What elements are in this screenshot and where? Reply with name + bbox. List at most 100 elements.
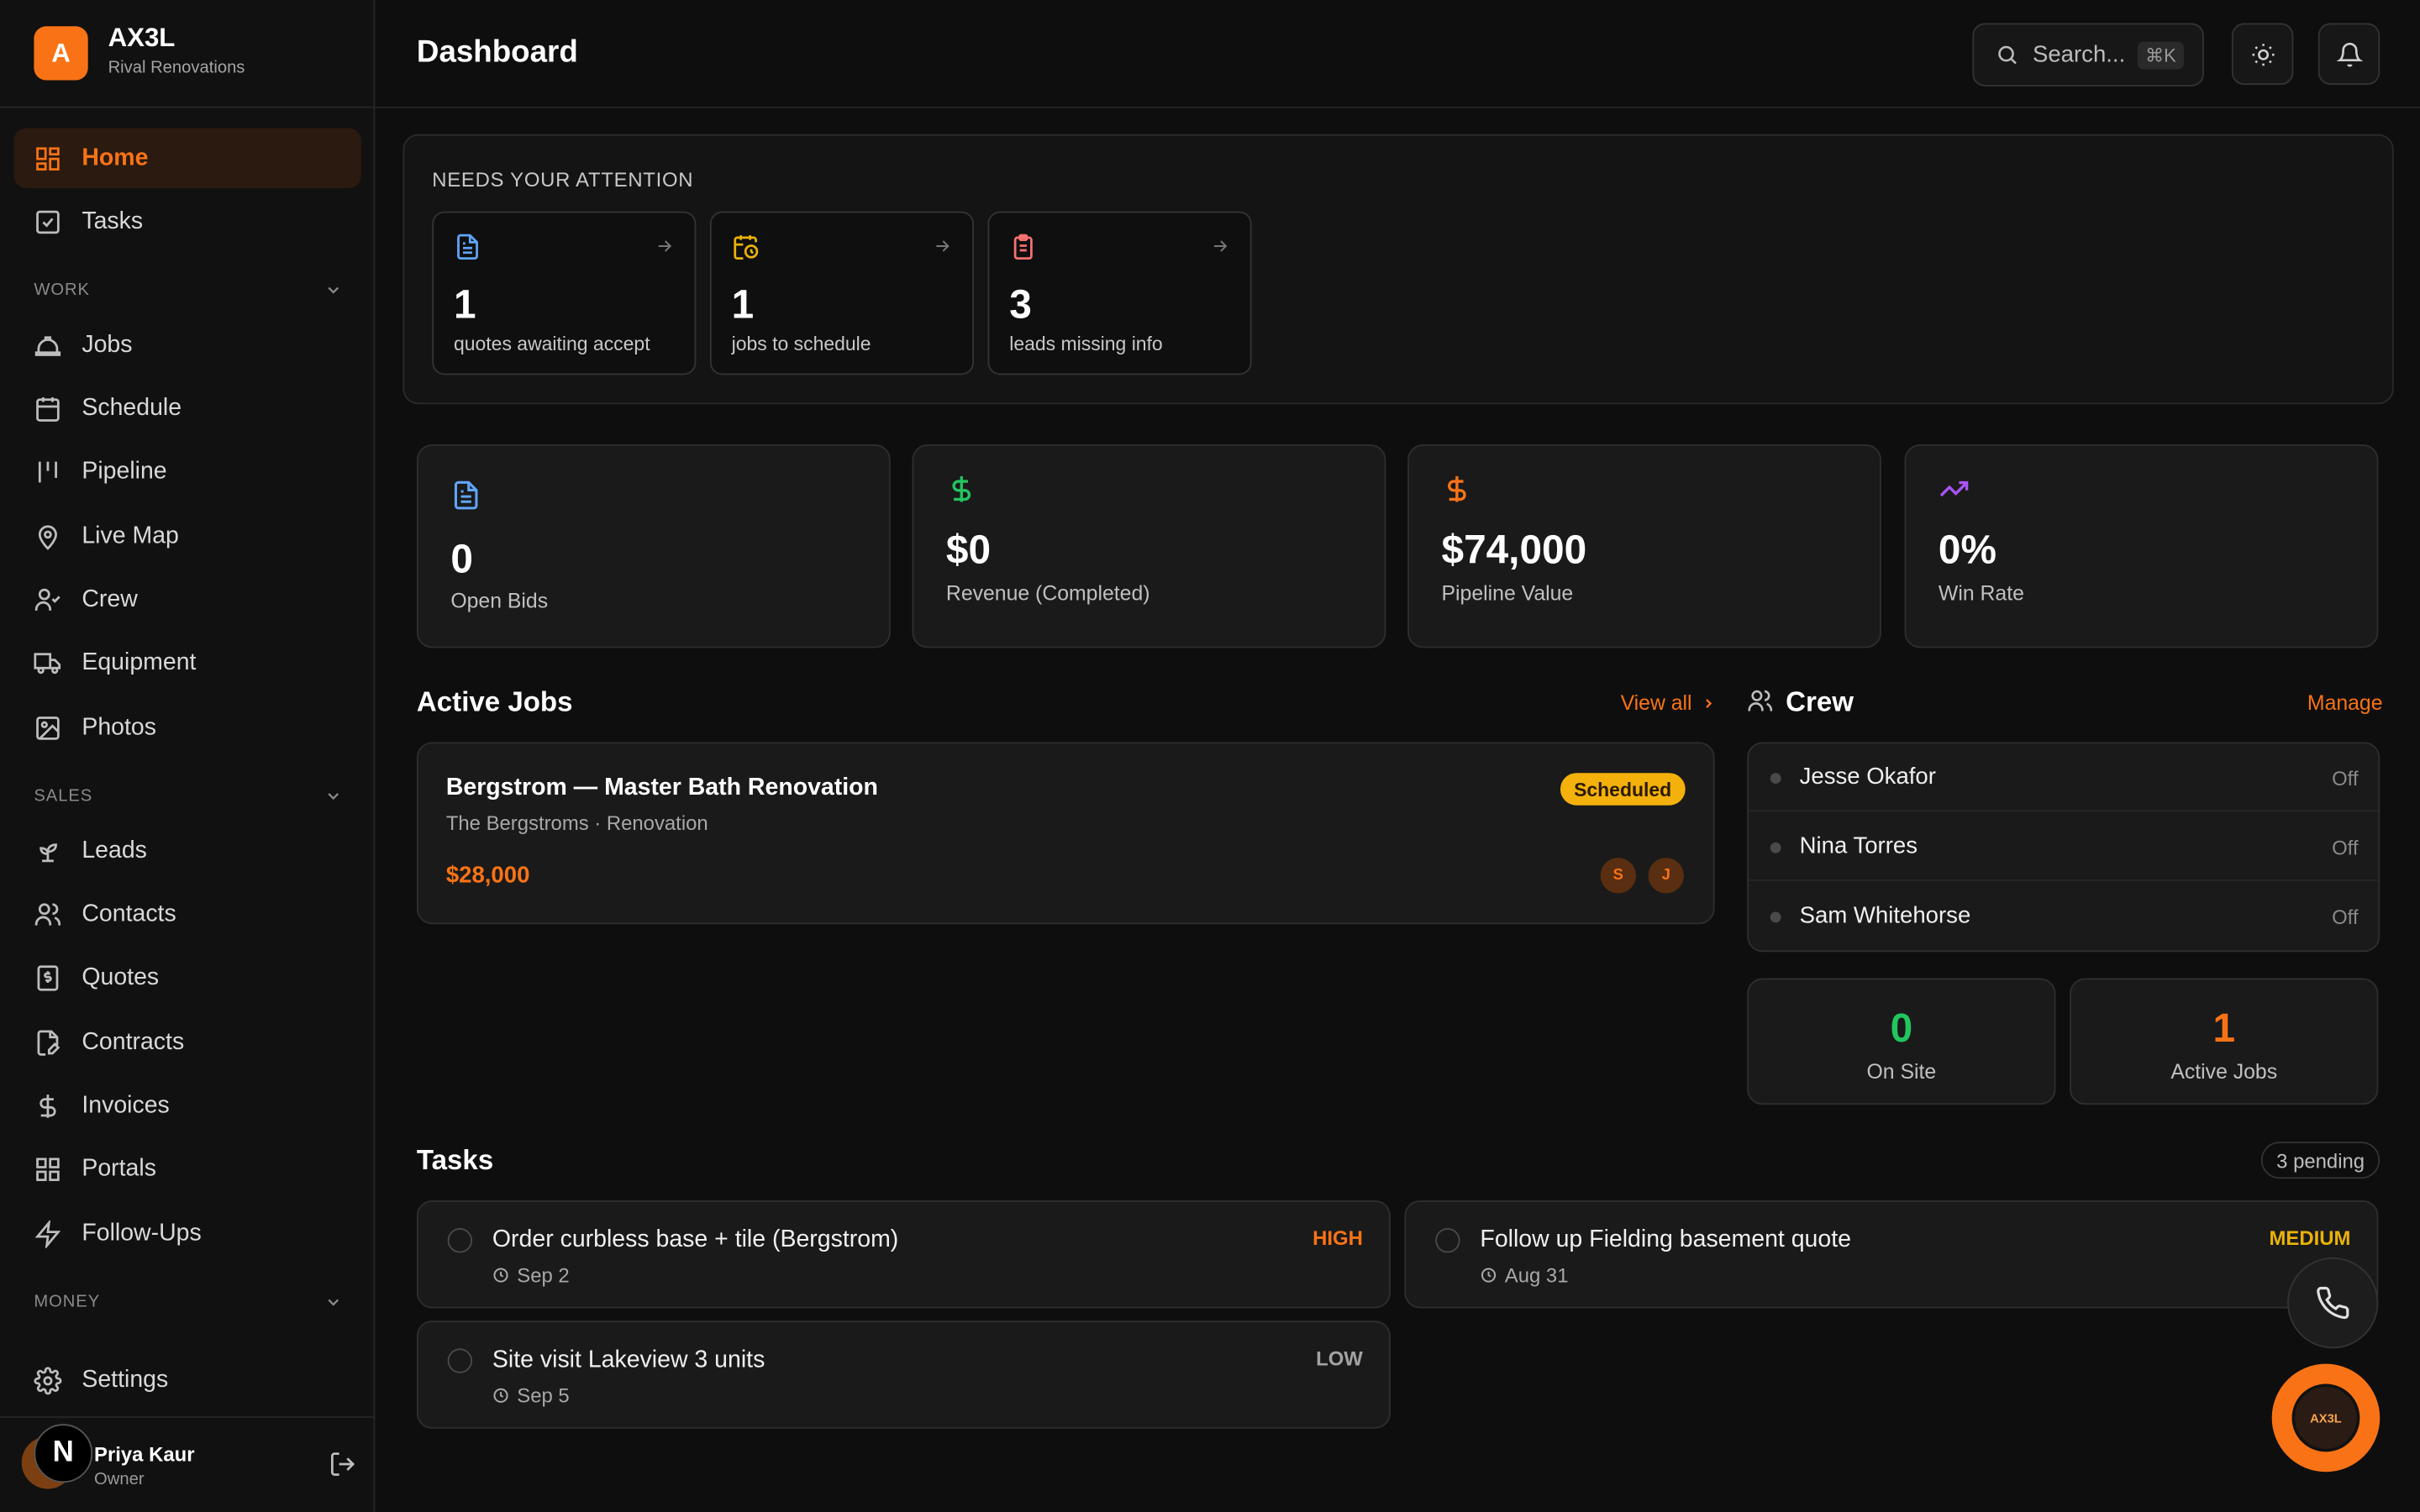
status-dot [1770, 842, 1781, 853]
view-all-label: View all [1620, 690, 1692, 715]
sidebar-item-settings[interactable]: Settings [13, 1350, 361, 1410]
sidebar-item-label: Home [82, 144, 149, 171]
sidebar-section-work[interactable]: WORK [34, 281, 342, 299]
task-date: Sep 2 [492, 1263, 570, 1287]
sidebar-item-photos[interactable]: Photos [14, 697, 361, 758]
sidebar-item-label: Pipeline [82, 457, 167, 484]
sidebar-item-label: Live Map [82, 522, 179, 549]
attention-card-jobs[interactable]: 1 jobs to schedule [709, 211, 974, 375]
stat-label: Active Jobs [2170, 1059, 2278, 1084]
chevron-down-icon [328, 286, 339, 294]
crew-status: Off [2332, 836, 2359, 860]
search-shortcut: ⌘K [2137, 40, 2185, 69]
crew-status: Off [2332, 906, 2359, 929]
active-jobs-stat: 1 Active Jobs [2070, 978, 2379, 1105]
attention-card-leads[interactable]: 3 leads missing info [987, 211, 1252, 375]
bell-icon [2335, 42, 2363, 66]
pipeline-icon [38, 460, 57, 482]
task-checkbox[interactable] [1435, 1228, 1460, 1253]
list-item[interactable]: Sam Whitehorse Off [1749, 883, 2378, 951]
job-amount: $28,000 [445, 862, 530, 889]
sidebar-item-contracts[interactable]: Contracts [14, 1012, 361, 1073]
clock-icon [493, 1388, 508, 1403]
stat-revenue[interactable]: $0 Revenue (Completed) [912, 444, 1386, 648]
job-subtitle: The Bergstroms · Renovation [445, 811, 708, 835]
task-date: Aug 31 [1480, 1263, 1568, 1287]
task-date-text: Sep 5 [517, 1383, 570, 1408]
call-button[interactable] [2287, 1257, 2379, 1349]
sidebar-item-contacts[interactable]: Contacts [14, 884, 361, 944]
users-icon [1748, 690, 1773, 711]
attention-card-quotes[interactable]: 1 quotes awaiting accept [432, 211, 697, 375]
crew-list: Jesse Okafor Off Nina Torres Off Sam Whi… [1747, 742, 2381, 953]
user-profile[interactable]: N Priya Kaur Owner [0, 1416, 376, 1512]
assistant-button[interactable]: AX3L [2271, 1363, 2381, 1473]
task-checkbox[interactable] [447, 1348, 473, 1373]
sidebar-item-live-map[interactable]: Live Map [14, 506, 361, 566]
status-dot [1770, 911, 1781, 923]
notifications-button[interactable] [2317, 23, 2381, 86]
job-card[interactable]: Bergstrom — Master Bath Renovation The B… [416, 742, 1715, 925]
sidebar-item-jobs[interactable]: Jobs [14, 315, 361, 375]
manage-crew-link[interactable]: Manage [2307, 691, 2383, 715]
calendar-icon [36, 396, 60, 421]
file-signature-icon [37, 1029, 60, 1055]
chevron-right-icon [1706, 698, 1712, 708]
sidebar-item-leads[interactable]: Leads [14, 821, 361, 881]
view-all-jobs-link[interactable]: View all [1620, 690, 1717, 715]
sidebar-item-portals[interactable]: Portals [14, 1139, 361, 1200]
tasks-heading: Tasks [416, 1144, 494, 1176]
truck-icon [34, 652, 61, 674]
sidebar-section-money[interactable]: MONEY [34, 1293, 342, 1311]
sidebar-item-label: Photos [82, 713, 156, 740]
search-placeholder: Search... [2032, 41, 2126, 68]
stat-label: Win Rate [1938, 581, 2024, 605]
logout-icon[interactable] [329, 1451, 356, 1478]
sidebar-section-sales[interactable]: SALES [34, 787, 342, 806]
sidebar-item-home[interactable]: Home [13, 128, 361, 189]
phone-icon [2317, 1286, 2349, 1320]
stat-win-rate[interactable]: 0% Win Rate [1904, 444, 2379, 648]
sidebar-item-schedule[interactable]: Schedule [14, 378, 361, 438]
status-badge: Scheduled [1560, 773, 1686, 806]
gear-icon [34, 1366, 62, 1394]
task-item[interactable]: Order curbless base + tile (Bergstrom) S… [416, 1200, 1391, 1309]
dollar-icon [1448, 475, 1466, 502]
user-check-icon [34, 587, 60, 610]
task-title: Order curbless base + tile (Bergstrom) [492, 1226, 899, 1253]
sidebar-item-crew[interactable]: Crew [14, 570, 361, 630]
user-role: Owner [94, 1470, 145, 1489]
stat-open-bids[interactable]: 0 Open Bids [416, 444, 891, 648]
list-item[interactable]: Nina Torres Off [1749, 813, 2379, 881]
sidebar-item-follow-ups[interactable]: Follow-Ups [14, 1204, 361, 1264]
on-site-stat: 0 On Site [1747, 978, 2056, 1105]
sidebar-item-label: Contracts [82, 1028, 185, 1055]
lightning-icon [34, 1219, 61, 1247]
task-checkbox[interactable] [447, 1228, 473, 1253]
assistant-logo: AX3L [2291, 1383, 2360, 1452]
brand-logo[interactable]: A [34, 26, 88, 81]
task-item[interactable]: Follow up Fielding basement quote Aug 31… [1404, 1200, 2379, 1309]
sidebar-item-label: Contacts [82, 900, 176, 927]
crew-status: Off [2332, 766, 2359, 790]
theme-toggle-button[interactable] [2231, 23, 2294, 86]
attention-label: jobs to schedule [731, 333, 871, 355]
sidebar-item-quotes[interactable]: Quotes [14, 948, 361, 1008]
sidebar-item-invoices[interactable]: Invoices [14, 1075, 361, 1136]
search-input[interactable]: Search... ⌘K [1972, 23, 2204, 87]
sidebar-item-label: Portals [82, 1154, 156, 1182]
task-item[interactable]: Site visit Lakeview 3 units Sep 5 LOW [416, 1320, 1391, 1429]
hard-hat-icon [34, 335, 61, 355]
stat-pipeline-value[interactable]: $74,000 Pipeline Value [1407, 444, 1881, 648]
chevron-down-icon [328, 1299, 339, 1306]
list-item[interactable]: Jesse Okafor Off [1749, 743, 2379, 812]
crew-name: Jesse Okafor [1799, 764, 1936, 790]
sidebar-item-tasks[interactable]: Tasks [14, 192, 361, 252]
search-icon [1998, 45, 2017, 65]
sidebar-item-pipeline[interactable]: Pipeline [14, 441, 361, 501]
dollar-icon [39, 1094, 56, 1117]
job-title: Bergstrom — Master Bath Renovation [445, 774, 878, 801]
sidebar-item-equipment[interactable]: Equipment [14, 633, 361, 693]
framework-badge[interactable]: N [34, 1424, 93, 1483]
attention-title: NEEDS YOUR ATTENTION [432, 168, 694, 192]
